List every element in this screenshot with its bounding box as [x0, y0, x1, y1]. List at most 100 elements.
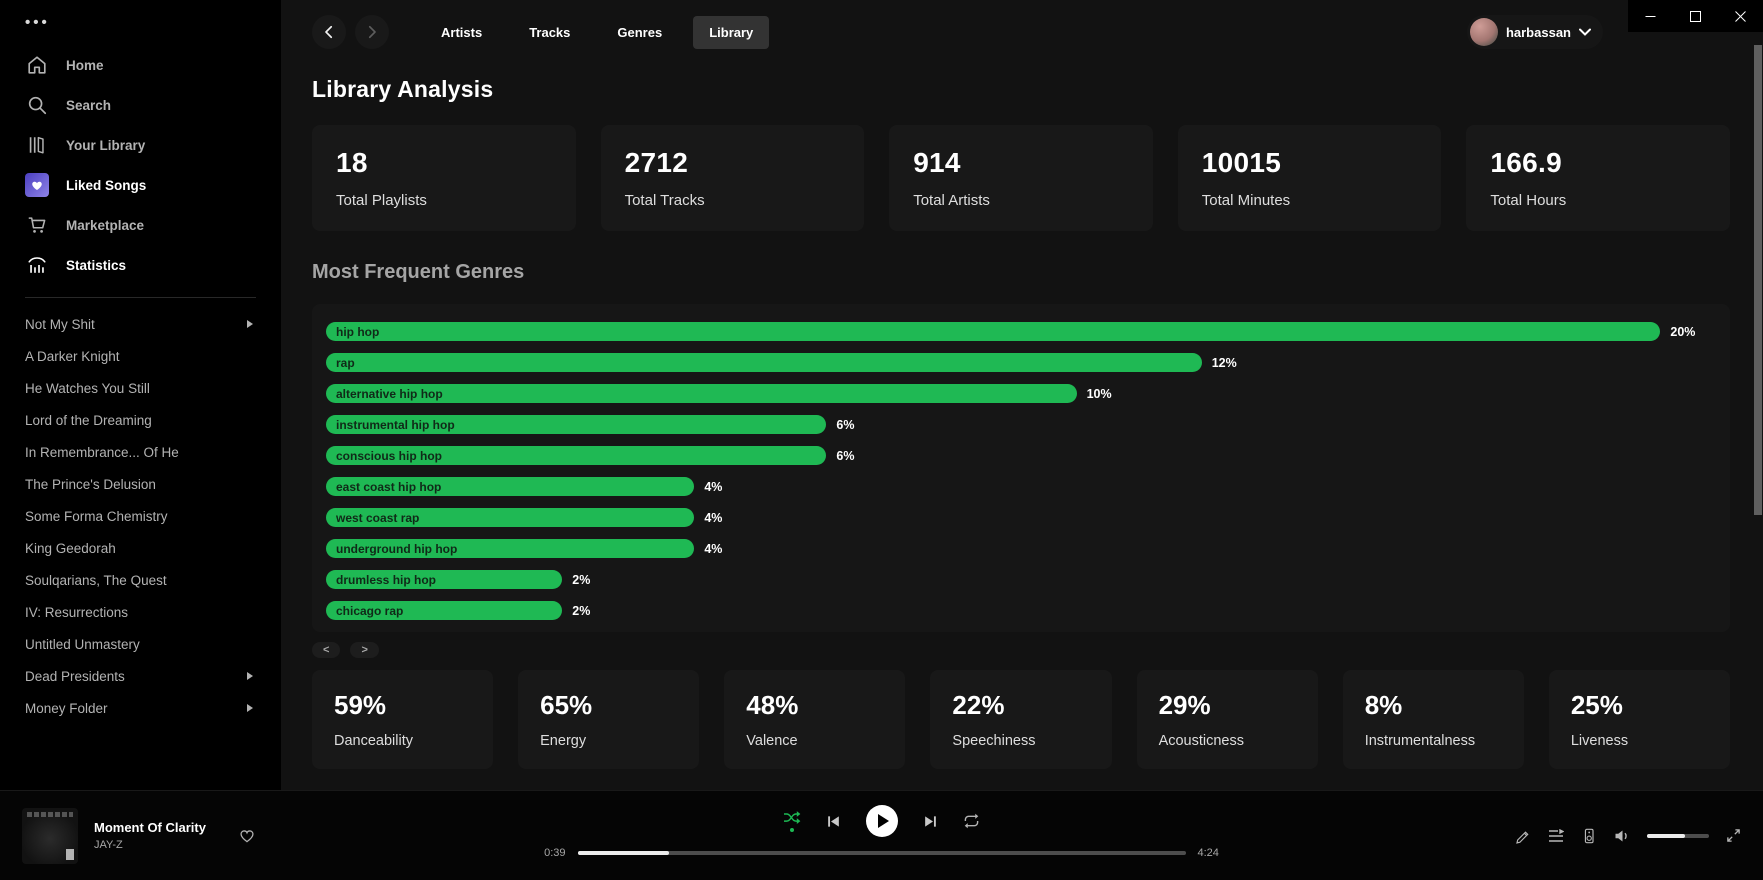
next-button[interactable] — [923, 814, 938, 829]
tab-artists[interactable]: Artists — [425, 16, 498, 49]
genre-bar-conscious-hip-hop[interactable]: conscious hip hop — [326, 446, 826, 465]
time-elapsed: 0:39 — [532, 847, 566, 859]
playlist-item-the-prince-s-delusion[interactable]: The Prince's Delusion — [0, 468, 281, 500]
playlist-item-a-darker-knight[interactable]: A Darker Knight — [0, 340, 281, 372]
sidebar-playlists: Not My Shit A Darker Knight He Watches Y… — [0, 308, 281, 724]
sidebar-item-home[interactable]: Home — [0, 45, 281, 85]
player-right-controls — [1515, 828, 1741, 844]
close-button[interactable] — [1718, 0, 1763, 32]
home-icon — [25, 53, 49, 77]
playlist-item-lord-of-the-dreaming[interactable]: Lord of the Dreaming — [0, 404, 281, 436]
genre-bar-west-coast-rap[interactable]: west coast rap — [326, 508, 694, 527]
feature-card-energy: 65% Energy — [518, 670, 699, 769]
topbar: Artists Tracks Genres Library harbassan — [281, 0, 1763, 64]
chevron-right-icon — [247, 704, 253, 712]
sidebar-item-statistics[interactable]: Statistics — [0, 245, 281, 285]
tab-genres[interactable]: Genres — [601, 16, 678, 49]
user-name: harbassan — [1506, 25, 1571, 40]
back-button[interactable] — [312, 15, 346, 49]
track-artist[interactable]: JAY-Z — [94, 839, 206, 851]
playlist-item-not-my-shit[interactable]: Not My Shit — [0, 308, 281, 340]
cart-icon — [25, 213, 49, 237]
playlist-label: IV: Resurrections — [25, 605, 128, 620]
feature-card-danceability: 59% Danceability — [312, 670, 493, 769]
connect-device-button[interactable] — [1581, 828, 1597, 844]
playlist-item-money-folder[interactable]: Money Folder — [0, 692, 281, 724]
playlist-label: Dead Presidents — [25, 669, 125, 684]
next-icon — [923, 814, 938, 829]
sidebar-item-liked-songs[interactable]: Liked Songs — [0, 165, 281, 205]
forward-button[interactable] — [355, 15, 389, 49]
playlist-item-in-remembrance-of-he[interactable]: In Remembrance... Of He — [0, 436, 281, 468]
playlist-label: The Prince's Delusion — [25, 477, 156, 492]
window-controls — [1628, 0, 1763, 32]
genre-bar-hip-hop[interactable]: hip hop — [326, 322, 1660, 341]
player-bar: Moment Of Clarity JAY-Z — [0, 790, 1763, 880]
genre-bar-underground-hip-hop[interactable]: underground hip hop — [326, 539, 694, 558]
play-button[interactable] — [866, 805, 898, 837]
feature-label: Valence — [746, 733, 883, 749]
tab-library[interactable]: Library — [693, 16, 769, 49]
playlist-item-dead-presidents[interactable]: Dead Presidents — [0, 660, 281, 692]
playlist-item-king-geedorah[interactable]: King Geedorah — [0, 532, 281, 564]
repeat-button[interactable] — [963, 813, 980, 829]
sidebar-item-search[interactable]: Search — [0, 85, 281, 125]
chart-next-button[interactable]: > — [350, 642, 378, 658]
genre-bar-label: hip hop — [336, 325, 379, 339]
sidebar-item-marketplace[interactable]: Marketplace — [0, 205, 281, 245]
chart-prev-button[interactable]: < — [312, 642, 340, 658]
main-area: Artists Tracks Genres Library harbassan Lib… — [281, 0, 1763, 790]
genre-bar-east-coast-hip-hop[interactable]: east coast hip hop — [326, 477, 694, 496]
genre-bar-chicago-rap[interactable]: chicago rap — [326, 601, 562, 620]
sidebar-menu: Home Search Your Library Liked Songs Mar… — [0, 45, 281, 285]
genre-bar-value: 4% — [704, 480, 722, 494]
playlist-item-untitled-unmastery[interactable]: Untitled Unmastery — [0, 628, 281, 660]
playlist-item-soulqarians-the-quest[interactable]: Soulqarians, The Quest — [0, 564, 281, 596]
feature-card-liveness: 25% Liveness — [1549, 670, 1730, 769]
playlist-item-he-watches-you-still[interactable]: He Watches You Still — [0, 372, 281, 404]
genre-bar-label: east coast hip hop — [336, 480, 441, 494]
queue-button[interactable] — [1548, 829, 1564, 843]
progress-bar[interactable] — [578, 851, 1186, 855]
genre-bar-rap[interactable]: rap — [326, 353, 1202, 372]
queue-icon — [1548, 829, 1564, 843]
feature-card-acousticness: 29% Acousticness — [1137, 670, 1318, 769]
mute-button[interactable] — [1614, 829, 1630, 843]
advisory-sticker — [66, 849, 74, 860]
connect-device-icon — [1581, 828, 1597, 844]
feature-value: 8% — [1365, 690, 1502, 721]
stat-card-total-artists: 914 Total Artists — [889, 125, 1153, 231]
app-menu-ellipsis[interactable]: ••• — [0, 10, 281, 45]
playlist-item-iv-resurrections[interactable]: IV: Resurrections — [0, 596, 281, 628]
scrollbar-thumb[interactable] — [1754, 45, 1762, 515]
sidebar-item-label: Statistics — [66, 258, 126, 273]
genre-bar-row: chicago rap 2% — [326, 601, 1716, 620]
playlist-label: In Remembrance... Of He — [25, 445, 179, 460]
playlist-item-some-forma-chemistry[interactable]: Some Forma Chemistry — [0, 500, 281, 532]
genre-bar-alternative-hip-hop[interactable]: alternative hip hop — [326, 384, 1077, 403]
minimize-button[interactable] — [1628, 0, 1673, 32]
maximize-button[interactable] — [1673, 0, 1718, 32]
genre-bar-row: conscious hip hop 6% — [326, 446, 1716, 465]
like-button[interactable] — [238, 827, 256, 844]
album-art[interactable] — [22, 808, 78, 864]
feature-label: Speechiness — [952, 733, 1089, 749]
shuffle-button[interactable] — [783, 810, 801, 832]
user-menu[interactable]: harbassan — [1467, 15, 1603, 49]
volume-slider[interactable] — [1647, 834, 1709, 838]
stat-label: Total Artists — [913, 192, 1129, 209]
library-icon — [25, 133, 49, 157]
genre-bar-label: chicago rap — [336, 604, 403, 618]
track-title[interactable]: Moment Of Clarity — [94, 820, 206, 835]
feature-value: 22% — [952, 690, 1089, 721]
genre-bar-instrumental-hip-hop[interactable]: instrumental hip hop — [326, 415, 826, 434]
tab-tracks[interactable]: Tracks — [513, 16, 586, 49]
fullscreen-button[interactable] — [1726, 828, 1741, 843]
stat-label: Total Hours — [1490, 192, 1706, 209]
close-icon — [1735, 11, 1746, 22]
library-analysis-section: Library Analysis 18 Total Playlists 2712… — [281, 76, 1763, 769]
sidebar-item-your-library[interactable]: Your Library — [0, 125, 281, 165]
lyrics-button[interactable] — [1515, 828, 1531, 844]
genre-bar-drumless-hip-hop[interactable]: drumless hip hop — [326, 570, 562, 589]
previous-button[interactable] — [826, 814, 841, 829]
